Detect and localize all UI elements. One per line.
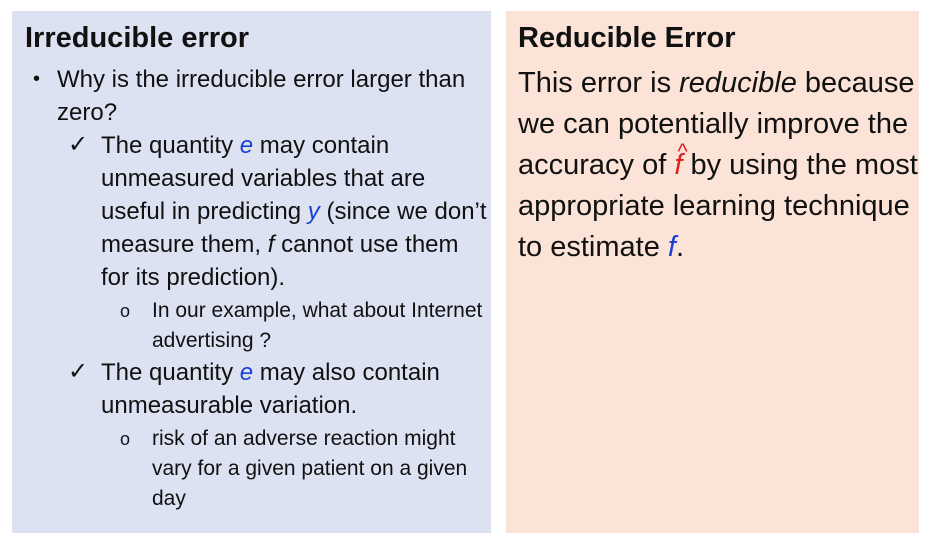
circle-bullet-icon: o: [120, 301, 131, 321]
reason-text: The quantity e may contain unmeasured va…: [101, 129, 491, 294]
reason-text-part: The quantity: [101, 359, 240, 386]
reason-text: The quantity e may also contain unmeasur…: [101, 356, 491, 422]
checkmark-icon: ✓: [68, 131, 89, 158]
f-hat-symbol: ^ f: [674, 139, 687, 186]
irreducible-error-title: Irreducible error: [25, 22, 250, 54]
example-item-adverse-reaction: o risk of an adverse reaction might vary…: [120, 424, 491, 514]
example-item-internet-advertising: o In our example, what about Internet ad…: [120, 296, 491, 356]
variable-e: e: [239, 132, 254, 159]
body-text-part: This error is: [518, 67, 680, 99]
reason-text-part: The quantity: [101, 132, 240, 159]
reducible-error-title: Reducible Error: [518, 22, 736, 54]
reducible-word: reducible: [679, 67, 797, 99]
hat-accent: ^: [677, 139, 688, 164]
bullet-dot-icon: •: [33, 68, 41, 90]
variable-f: f: [667, 231, 676, 263]
reducible-error-body: This error is reducible because we can p…: [518, 63, 919, 268]
question-item: • Why is the irreducible error larger th…: [25, 63, 491, 129]
variable-e: e: [239, 359, 254, 386]
irreducible-error-panel: Irreducible error • Why is the irreducib…: [12, 11, 491, 533]
example-text: In our example, what about Internet adve…: [152, 299, 483, 352]
example-text: risk of an adverse reaction might vary f…: [152, 427, 468, 510]
reason-item-unmeasurable-variation: ✓ The quantity e may also contain unmeas…: [68, 356, 491, 422]
checkmark-icon: ✓: [68, 358, 89, 385]
question-text: Why is the irreducible error larger than…: [57, 66, 466, 126]
variable-y: y: [307, 198, 320, 225]
circle-bullet-icon: o: [120, 429, 131, 449]
body-text-part: .: [675, 231, 685, 263]
reducible-error-panel: Reducible Error This error is reducible …: [506, 11, 919, 533]
reason-item-unmeasured-variables: ✓ The quantity e may contain unmeasured …: [68, 129, 491, 294]
